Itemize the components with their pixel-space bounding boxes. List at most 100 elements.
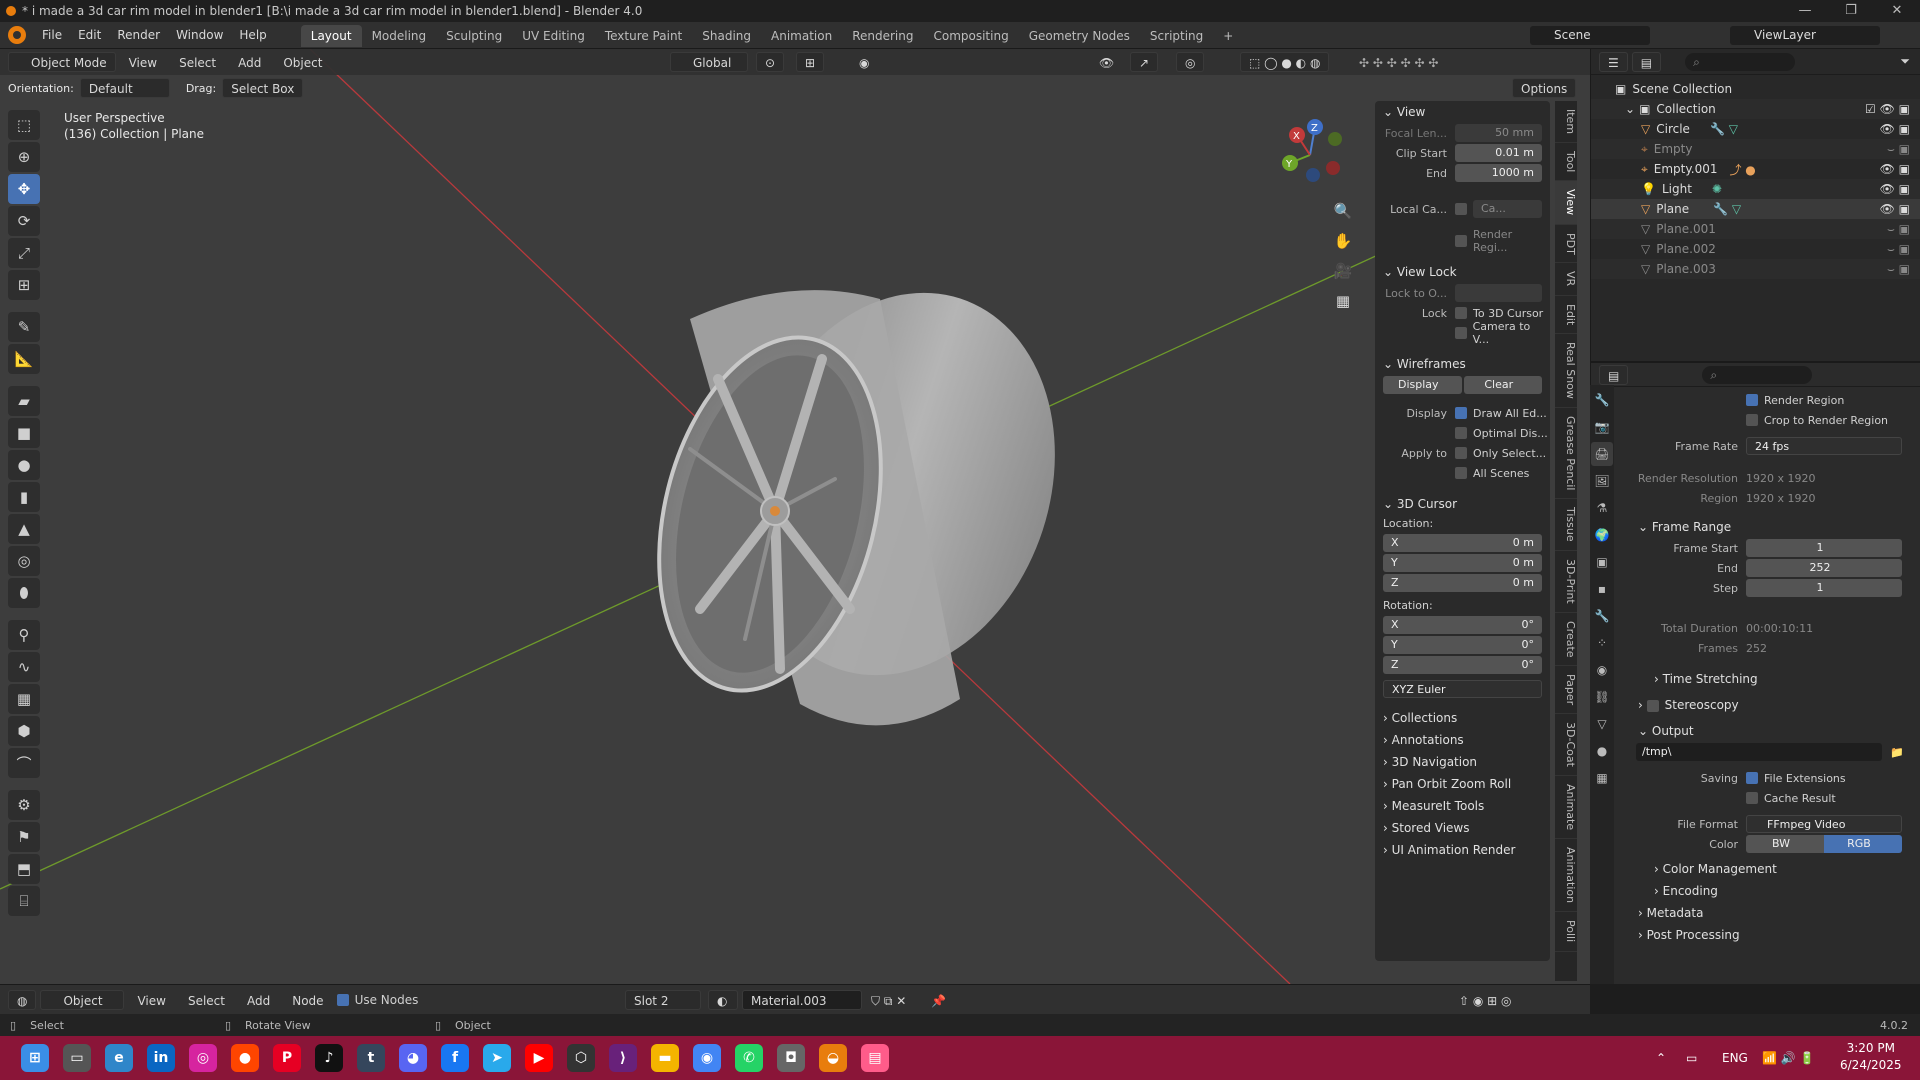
annotate-tool-icon[interactable]: ✎ xyxy=(8,312,40,342)
options-button[interactable]: Options xyxy=(1512,78,1577,98)
3d-viewport[interactable] xyxy=(0,49,1590,984)
all-scenes-checkbox[interactable] xyxy=(1455,467,1467,479)
shading-modes[interactable]: ⬚ ◯ ● ◐ ◍ xyxy=(1240,52,1330,72)
maximize-button[interactable]: ❐ xyxy=(1828,0,1874,22)
add-bolt-tool-icon[interactable]: ⚑ xyxy=(8,822,40,852)
menu-render[interactable]: Render xyxy=(109,22,168,49)
draw-all-edges-checkbox[interactable] xyxy=(1455,407,1467,419)
shader-menu-select[interactable]: Select xyxy=(179,990,234,1010)
linkedin-icon[interactable]: in xyxy=(147,1044,175,1072)
ntab-create[interactable]: Create xyxy=(1555,613,1577,667)
telegram-icon[interactable]: ➤ xyxy=(483,1044,511,1072)
metadata-section-header[interactable]: › Metadata xyxy=(1630,902,1910,924)
ntab-item[interactable]: Item xyxy=(1555,101,1577,144)
shader-header-right-icons[interactable]: ⇧ ◉ ⊞ ◎ xyxy=(1450,990,1521,1010)
close-button[interactable]: ✕ xyxy=(1874,0,1920,22)
instagram-icon[interactable]: ◎ xyxy=(189,1044,217,1072)
viewport-menu-add[interactable]: Add xyxy=(229,52,270,72)
ntab-paper[interactable]: Paper xyxy=(1555,666,1577,715)
ntab-pdt[interactable]: PDT xyxy=(1555,225,1577,264)
editor-type-icon[interactable]: ◍ xyxy=(8,989,37,1010)
properties-editor-type-icon[interactable]: ▤ xyxy=(1599,364,1629,385)
measureit-section-header[interactable]: › MeasureIt Tools xyxy=(1375,795,1550,817)
file-extensions-checkbox[interactable] xyxy=(1746,772,1758,784)
color-bw-button[interactable]: BW xyxy=(1746,835,1824,853)
add-workspace-button[interactable]: + xyxy=(1213,25,1243,47)
youtube-icon[interactable]: ▶ xyxy=(525,1044,553,1072)
cursor-rotation-z-field[interactable]: Z 0° xyxy=(1383,656,1542,674)
time-stretching-section-header[interactable]: › Time Stretching xyxy=(1630,668,1910,690)
object-tab-icon[interactable]: ▪ xyxy=(1591,577,1613,601)
wireframe-display-button[interactable]: Display xyxy=(1383,376,1462,394)
constraints-tab-icon[interactable]: ⛓ xyxy=(1591,685,1613,709)
minimize-button[interactable]: — xyxy=(1782,0,1828,22)
gizmo-toggle-icon[interactable]: ↗ xyxy=(1130,52,1159,72)
shader-menu-add[interactable]: Add xyxy=(238,990,279,1010)
tiktok-icon[interactable]: ♪ xyxy=(315,1044,343,1072)
outliner-item-plane-002[interactable]: ▽ Plane.002 ⌣ ▣ xyxy=(1591,239,1920,259)
wireframe-clear-button[interactable]: Clear xyxy=(1463,376,1542,394)
add-cone-tool-icon[interactable]: ▲ xyxy=(8,514,40,544)
cursor-location-x-field[interactable]: X0 m xyxy=(1383,534,1542,552)
physics-tab-icon[interactable]: ◉ xyxy=(1591,658,1613,682)
lock-camera-checkbox[interactable] xyxy=(1454,327,1467,339)
photo-app-icon[interactable]: ▤ xyxy=(861,1044,889,1072)
task-view-icon[interactable]: ▭ xyxy=(63,1044,91,1072)
viewport-menu-select[interactable]: Select xyxy=(170,52,225,72)
ntab-vr[interactable]: VR xyxy=(1555,263,1577,296)
stored-views-section-header[interactable]: › Stored Views xyxy=(1375,817,1550,839)
viewport-menu-object[interactable]: Object xyxy=(274,52,331,72)
material-name-field[interactable]: Material.003 xyxy=(742,989,862,1010)
stereoscopy-section-header[interactable]: › Stereoscopy xyxy=(1630,694,1910,716)
menu-file[interactable]: File xyxy=(34,22,70,49)
visibility-icon[interactable]: 👁 xyxy=(1090,52,1123,72)
whatsapp-icon[interactable]: ✆ xyxy=(735,1044,763,1072)
local-camera-field[interactable]: Ca... xyxy=(1473,200,1542,218)
tab-animation[interactable]: Animation xyxy=(761,25,842,47)
only-selected-checkbox[interactable] xyxy=(1455,447,1467,459)
lock-cursor-checkbox[interactable] xyxy=(1455,307,1467,319)
render-region-prop-checkbox[interactable] xyxy=(1746,394,1758,406)
cursor-location-y-field[interactable]: Y0 m xyxy=(1383,554,1542,572)
focal-length-field[interactable]: 50 mm xyxy=(1455,124,1542,142)
scene-tab-icon[interactable]: ⚗ xyxy=(1591,496,1613,520)
ortho-grid-icon[interactable]: ▦ xyxy=(1330,286,1356,316)
encoding-section-header[interactable]: › Encoding xyxy=(1630,880,1910,902)
clip-start-field[interactable]: 0.01 m xyxy=(1455,144,1542,162)
cursor-rotation-x-field[interactable]: X 0° xyxy=(1383,616,1542,634)
frame-range-section-header[interactable]: ⌄ Frame Range xyxy=(1630,516,1910,538)
output-section-header[interactable]: ⌄ Output xyxy=(1630,720,1910,742)
outliner-filter-icon[interactable]: ⏷ xyxy=(1900,54,1910,69)
add-grid-tool-icon[interactable]: ▦ xyxy=(8,684,40,714)
pan-hand-icon[interactable]: ✋ xyxy=(1330,226,1356,256)
camera-view-icon[interactable]: 🎥 xyxy=(1330,256,1356,286)
add-plane-tool-icon[interactable]: ▰ xyxy=(8,386,40,416)
tab-geometry-nodes[interactable]: Geometry Nodes xyxy=(1019,25,1140,47)
add-capsule-tool-icon[interactable]: ⬮ xyxy=(8,578,40,608)
tab-rendering[interactable]: Rendering xyxy=(842,25,923,47)
add-armature-tool-icon[interactable]: ⚲ xyxy=(8,620,40,650)
post-processing-section-header[interactable]: › Post Processing xyxy=(1630,924,1910,946)
tab-compositing[interactable]: Compositing xyxy=(923,25,1018,47)
extra-header-icons[interactable]: ✣ ✣ ✣ ✣ ✣ ✣ xyxy=(1350,52,1447,72)
menu-window[interactable]: Window xyxy=(168,22,231,49)
add-cube-tool-icon[interactable]: ■ xyxy=(8,418,40,448)
output-tab-icon[interactable]: 🖨 xyxy=(1591,442,1613,466)
ntab-real-snow[interactable]: Real Snow xyxy=(1555,334,1577,408)
add-torus-tool-icon[interactable]: ◎ xyxy=(8,546,40,576)
local-camera-checkbox[interactable] xyxy=(1455,203,1467,215)
outliner-item-plane[interactable]: ▽ Plane 🔧 ▽ 👁 ▣ xyxy=(1591,199,1920,219)
outliner-scene-collection[interactable]: ▣ Scene Collection xyxy=(1591,79,1920,99)
render-region-checkbox[interactable] xyxy=(1454,235,1467,247)
cursor-rotation-y-field[interactable]: Y 0° xyxy=(1383,636,1542,654)
item-visibility-icons[interactable]: ⌣ ▣ xyxy=(1887,242,1910,257)
item-visibility-icons[interactable]: ⌣ ▣ xyxy=(1887,262,1910,277)
windows-start-icon[interactable]: ⊞ xyxy=(21,1044,49,1072)
render-tab-icon[interactable]: 📷 xyxy=(1591,415,1613,439)
outliner-item-circle[interactable]: ▽ Circle 🔧 ▽ 👁 ▣ xyxy=(1591,119,1920,139)
shader-menu-view[interactable]: View xyxy=(128,990,174,1010)
item-visibility-icons[interactable]: 👁 ▣ xyxy=(1880,202,1910,216)
ntab-animate[interactable]: Animate xyxy=(1555,776,1577,840)
outliner-collection[interactable]: ⌄ ▣ Collection ☑ 👁 ▣ xyxy=(1591,99,1920,119)
add-gear-tool-icon[interactable]: ⚙ xyxy=(8,790,40,820)
